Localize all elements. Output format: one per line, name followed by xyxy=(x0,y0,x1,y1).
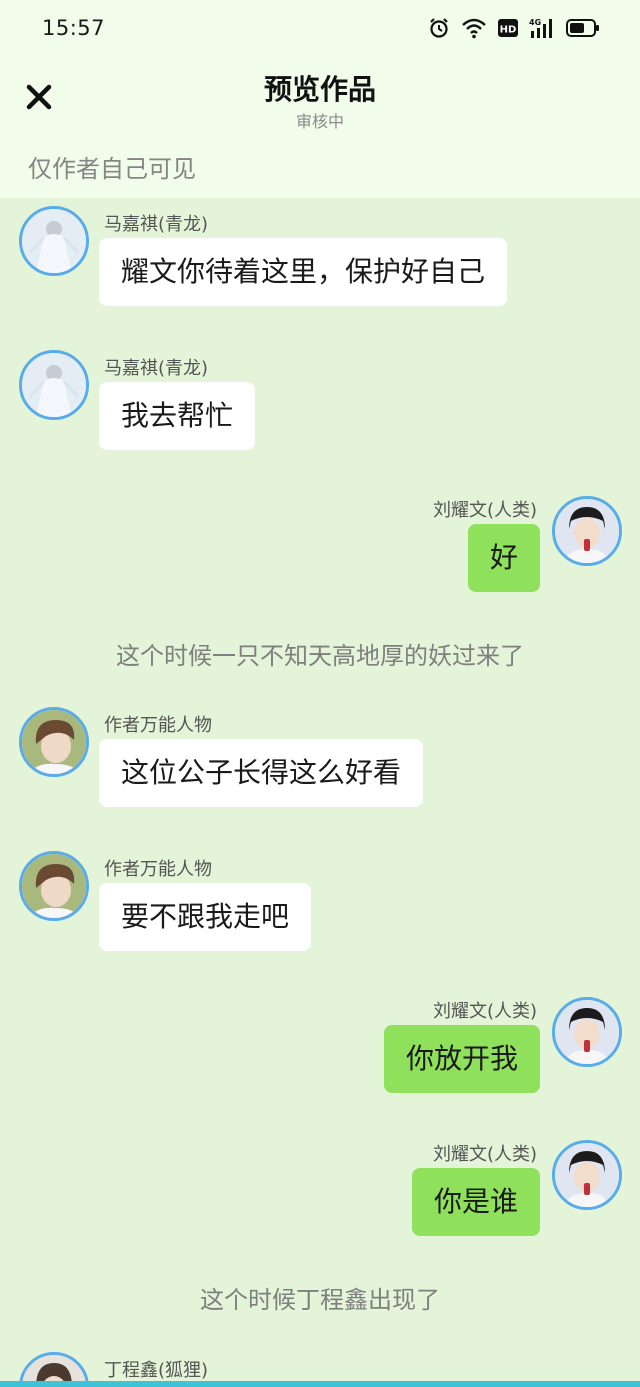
hd-icon: HD xyxy=(498,18,518,38)
visibility-note: 仅作者自己可见 xyxy=(0,146,640,198)
message-bubble[interactable]: 要不跟我走吧 xyxy=(99,883,312,951)
avatar[interactable] xyxy=(552,496,622,566)
narration-text: 这个时候一只不知天高地厚的妖过来了 xyxy=(116,642,524,670)
avatar[interactable] xyxy=(19,206,89,276)
sender-name: 刘耀文(人类) xyxy=(432,1144,537,1165)
sender-name: 马嘉祺(青龙) xyxy=(104,358,209,379)
message-bubble[interactable]: 这位公子长得这么好看 xyxy=(99,739,424,807)
message-bubble[interactable]: 好 xyxy=(467,524,540,592)
status-time: 15:57 xyxy=(42,16,106,40)
avatar[interactable] xyxy=(552,1140,622,1210)
chat-area[interactable]: 马嘉祺(青龙) 耀文你待着这里，保护好自己 马嘉祺(青龙) 我去帮忙 刘耀文(人… xyxy=(0,198,640,1387)
network-label: 4G xyxy=(529,18,541,27)
avatar[interactable] xyxy=(19,707,89,777)
sender-name: 刘耀文(人类) xyxy=(432,1001,537,1022)
sender-name: 作者万能人物 xyxy=(104,859,212,880)
sender-name: 马嘉祺(青龙) xyxy=(104,214,209,235)
message-bubble[interactable]: 你放开我 xyxy=(383,1025,540,1093)
battery-icon xyxy=(566,18,600,38)
alarm-icon xyxy=(428,17,450,39)
sender-name: 刘耀文(人类) xyxy=(432,500,537,521)
avatar[interactable] xyxy=(19,851,89,921)
narration-text: 这个时候丁程鑫出现了 xyxy=(200,1286,440,1314)
status-icons: HD 4G xyxy=(428,17,600,39)
sender-name: 作者万能人物 xyxy=(104,715,212,736)
sender-name: 丁程鑫(狐狸) xyxy=(104,1360,209,1381)
bottom-indicator-line xyxy=(0,1381,640,1387)
title-bar: 预览作品 审核中 xyxy=(0,56,640,146)
message-bubble[interactable]: 耀文你待着这里，保护好自己 xyxy=(99,238,508,306)
hd-label: HD xyxy=(500,25,517,36)
message-bubble[interactable]: 我去帮忙 xyxy=(99,382,256,450)
page-title: 预览作品 xyxy=(263,73,376,106)
review-status: 审核中 xyxy=(295,112,344,131)
avatar[interactable] xyxy=(552,997,622,1067)
status-bar: 15:57 HD 4G xyxy=(0,0,640,56)
message-bubble[interactable]: 你是谁 xyxy=(411,1168,540,1236)
avatar[interactable] xyxy=(19,350,89,420)
signal-4g-icon: 4G xyxy=(529,17,555,39)
wifi-icon xyxy=(461,17,487,39)
